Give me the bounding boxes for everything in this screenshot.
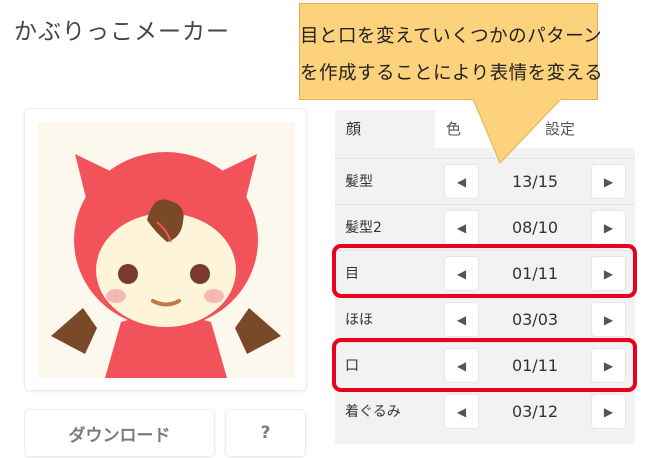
annotation-callout: 目と口を変えていくつかのパターン を作成することにより表情を変える: [299, 3, 604, 100]
preview-canvas: [37, 122, 295, 378]
next-button[interactable]: ▶: [592, 395, 625, 428]
option-label: 着ぐるみ: [345, 404, 401, 420]
option-row-hairstyle2: 髪型2 ◀ 08/10 ▶: [335, 204, 635, 250]
character-illustration: [51, 152, 281, 378]
chevron-left-icon: ◀: [456, 404, 467, 419]
callout-text-line2: を作成することにより表情を変える: [300, 63, 604, 84]
prev-button[interactable]: ◀: [445, 165, 478, 198]
chevron-right-icon: ▶: [603, 312, 614, 327]
option-value: 03/03: [511, 310, 559, 329]
chevron-left-icon: ◀: [456, 220, 467, 235]
callout-pointer: [472, 99, 562, 164]
option-label: 髪型: [345, 174, 373, 190]
prev-button[interactable]: ◀: [445, 349, 478, 382]
chevron-left-icon: ◀: [456, 358, 467, 373]
chevron-right-icon: ▶: [603, 266, 614, 281]
option-label: ほほ: [345, 312, 373, 328]
chevron-left-icon: ◀: [456, 312, 467, 327]
prev-button[interactable]: ◀: [445, 211, 478, 244]
next-button[interactable]: ▶: [592, 257, 625, 290]
option-label: 目: [345, 266, 359, 282]
option-value: 01/11: [511, 264, 559, 283]
preview-card: [25, 109, 306, 390]
callout-text-line1: 目と口を変えていくつかのパターン: [300, 26, 603, 47]
option-row-eyes: 目 ◀ 01/11 ▶: [335, 250, 635, 296]
prev-button[interactable]: ◀: [445, 303, 478, 336]
next-button[interactable]: ▶: [592, 303, 625, 336]
option-value: 08/10: [511, 218, 559, 237]
next-button[interactable]: ▶: [592, 211, 625, 244]
option-value: 03/12: [511, 402, 559, 421]
prev-button[interactable]: ◀: [445, 257, 478, 290]
option-value: 01/11: [511, 356, 559, 375]
chevron-left-icon: ◀: [456, 174, 467, 189]
chevron-right-icon: ▶: [603, 358, 614, 373]
chevron-right-icon: ▶: [603, 404, 614, 419]
chevron-right-icon: ▶: [603, 174, 614, 189]
prev-button[interactable]: ◀: [445, 395, 478, 428]
chevron-right-icon: ▶: [603, 220, 614, 235]
option-label: 口: [345, 358, 359, 374]
option-row-costume: 着ぐるみ ◀ 03/12 ▶: [335, 388, 635, 434]
download-button[interactable]: ダウンロード: [25, 410, 214, 456]
option-label: 髪型2: [345, 220, 382, 236]
chevron-left-icon: ◀: [456, 266, 467, 281]
next-button[interactable]: ▶: [592, 349, 625, 382]
app-title: かぶりっこメーカー: [14, 19, 230, 45]
option-row-mouth: 口 ◀ 01/11 ▶: [335, 342, 635, 388]
help-button[interactable]: ?: [226, 410, 305, 456]
option-row-cheeks: ほほ ◀ 03/03 ▶: [335, 296, 635, 342]
tab-face[interactable]: 顔: [335, 110, 435, 148]
next-button[interactable]: ▶: [592, 165, 625, 198]
